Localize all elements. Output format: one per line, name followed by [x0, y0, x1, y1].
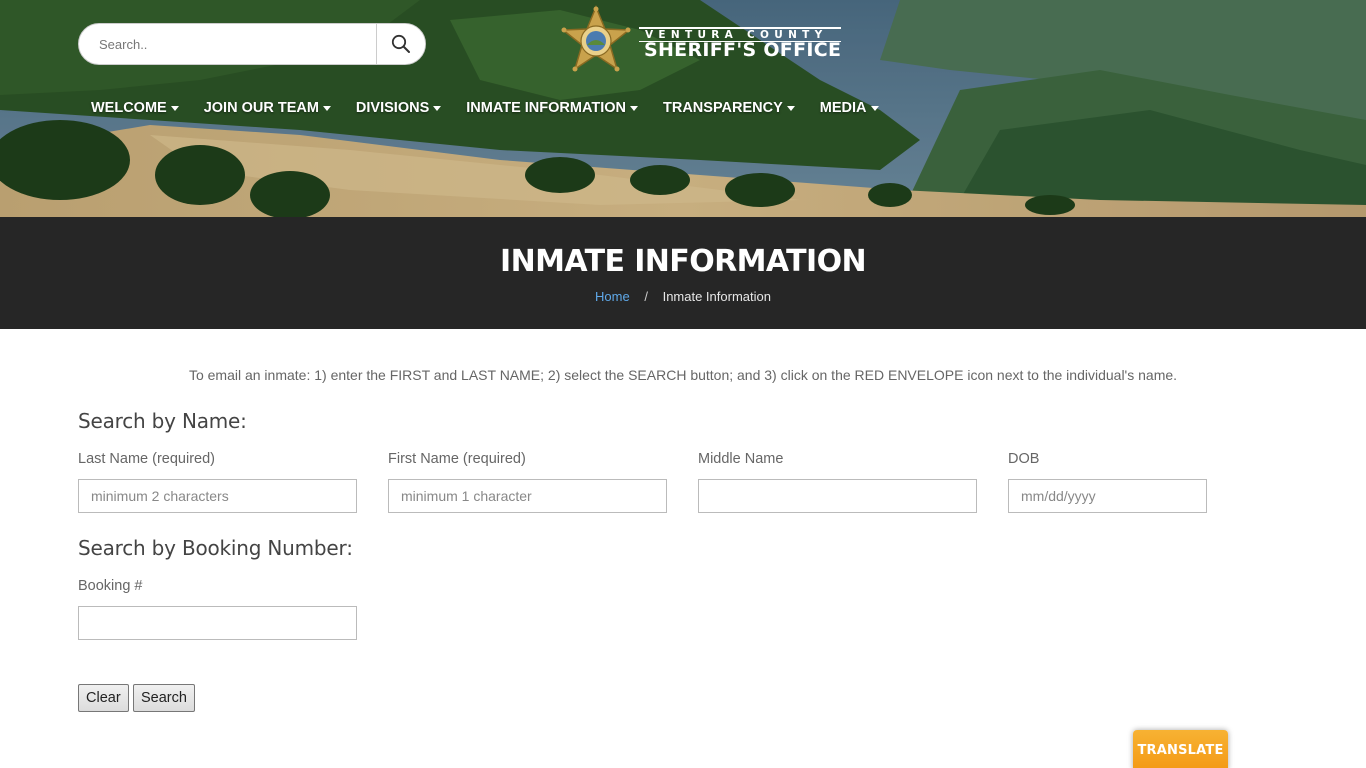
caret-down-icon: [630, 106, 638, 111]
nav-inmate-information-label: INMATE INFORMATION: [466, 100, 626, 116]
first-name-label: First Name (required): [388, 451, 526, 467]
breadcrumb-current: Inmate Information: [662, 289, 771, 304]
hero-banner: VENTURA COUNTY SHERIFF'S OFFICE WELCOME …: [0, 0, 1366, 217]
caret-down-icon: [433, 106, 442, 111]
booking-number-label: Booking #: [78, 578, 143, 594]
first-name-input[interactable]: [388, 479, 667, 513]
sheriff-office-logo[interactable]: VENTURA COUNTY SHERIFF'S OFFICE: [561, 5, 843, 83]
nav-media[interactable]: MEDIA: [820, 98, 879, 118]
caret-down-icon: [786, 106, 795, 111]
nav-join-our-team[interactable]: JOIN OUR TEAM: [204, 98, 331, 118]
site-search: [78, 23, 426, 65]
nav-transparency[interactable]: TRANSPARENCY: [663, 98, 795, 118]
nav-welcome-label: WELCOME: [91, 100, 167, 116]
email-instructions: To email an inmate: 1) enter the FIRST a…: [188, 367, 1178, 383]
search-button[interactable]: [376, 24, 425, 64]
caret-down-icon: [170, 106, 179, 111]
clear-button[interactable]: Clear: [78, 684, 129, 712]
nav-welcome[interactable]: WELCOME: [91, 98, 179, 118]
nav-divisions-label: DIVISIONS: [355, 100, 430, 116]
breadcrumb: Home / Inmate Information: [0, 289, 1366, 304]
nav-transparency-label: TRANSPARENCY: [663, 100, 783, 116]
main-navigation: WELCOME JOIN OUR TEAM DIVISIONS INMATE I…: [91, 98, 904, 118]
booking-number-input[interactable]: [78, 606, 357, 640]
page-title: INMATE INFORMATION: [500, 244, 867, 279]
booking-search-heading: Search by Booking Number:: [78, 536, 353, 560]
dob-label: DOB: [1008, 451, 1040, 467]
caret-down-icon: [322, 106, 331, 111]
breadcrumb-home-link[interactable]: Home: [595, 289, 630, 304]
last-name-input[interactable]: [78, 479, 357, 513]
search-icon: [391, 34, 410, 53]
page-title-band: INMATE INFORMATION Home / Inmate Informa…: [0, 217, 1366, 329]
last-name-label: Last Name (required): [78, 451, 215, 467]
caret-down-icon: [870, 106, 879, 111]
name-search-heading: Search by Name:: [78, 409, 247, 433]
nav-media-label: MEDIA: [819, 100, 867, 116]
nav-inmate-information[interactable]: INMATE INFORMATION: [466, 98, 638, 118]
nav-divisions[interactable]: DIVISIONS: [355, 98, 442, 118]
search-submit-button[interactable]: Search: [133, 684, 195, 712]
logo-office-text: SHERIFF'S OFFICE: [644, 39, 842, 61]
translate-button[interactable]: TRANSLATE: [1133, 730, 1228, 768]
search-input[interactable]: [79, 24, 377, 64]
middle-name-input[interactable]: [698, 479, 977, 513]
sheriff-star-badge-icon: [561, 5, 631, 72]
nav-join-our-team-label: JOIN OUR TEAM: [203, 100, 319, 116]
dob-input[interactable]: [1008, 479, 1207, 513]
middle-name-label: Middle Name: [698, 451, 784, 467]
breadcrumb-separator: /: [644, 289, 648, 304]
